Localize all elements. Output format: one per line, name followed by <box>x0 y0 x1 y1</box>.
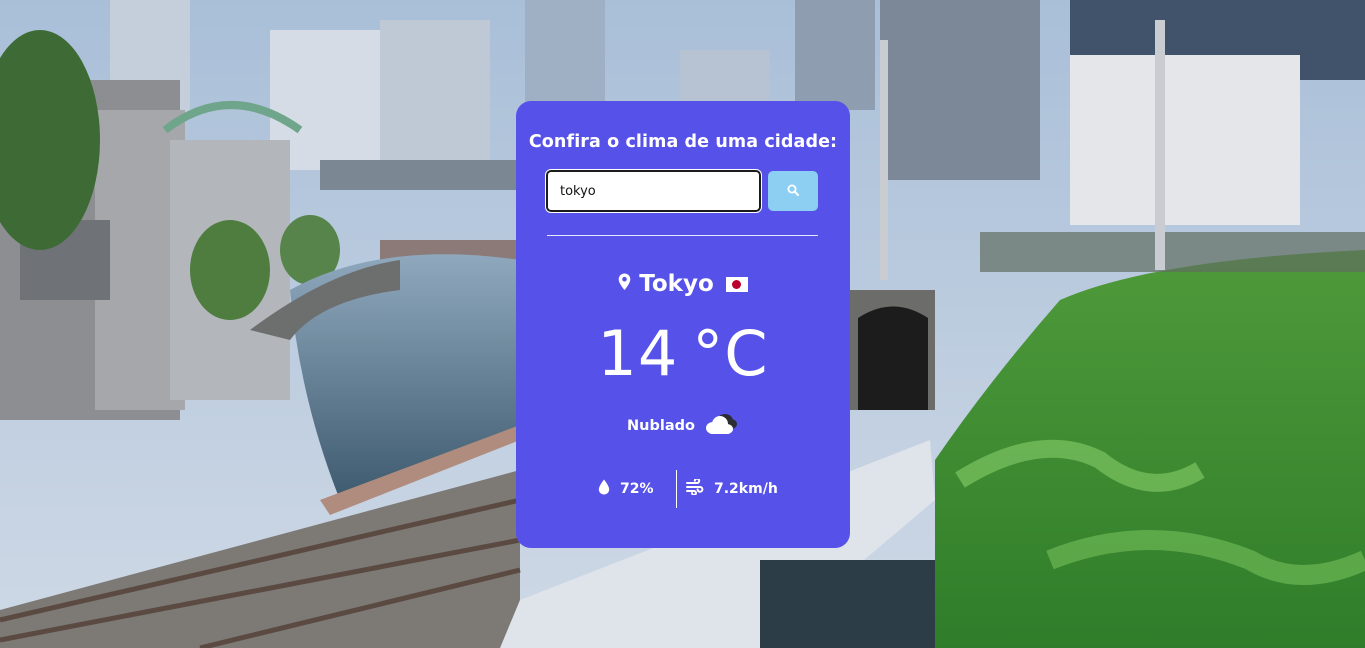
form-title: Confira o clima de uma cidade: <box>528 132 838 152</box>
humidity: 72% <box>598 470 654 508</box>
city-row: Tokyo <box>516 269 850 299</box>
search-form <box>545 169 818 213</box>
details-row: 72% 7.2km/h <box>516 470 850 508</box>
divider <box>547 235 818 236</box>
japan-flag-icon <box>725 276 748 292</box>
weather-card: Confira o clima de uma cidade: Tokyo 14 <box>516 101 850 548</box>
wind-icon <box>686 477 704 499</box>
search-icon <box>787 184 799 199</box>
wind: 7.2km/h <box>686 470 778 508</box>
condition-row: Nublado <box>516 413 850 439</box>
search-button[interactable] <box>768 171 818 211</box>
humidity-value: 72% <box>620 481 654 497</box>
city-name: Tokyo <box>639 271 714 297</box>
details-separator <box>676 470 677 508</box>
temperature: 14 °C <box>516 323 850 385</box>
weather-description: Nublado <box>627 418 695 434</box>
temperature-unit: °C <box>692 317 769 390</box>
city-search-input[interactable] <box>545 169 762 213</box>
droplet-icon <box>598 479 610 499</box>
wind-value: 7.2km/h <box>714 481 778 497</box>
cloud-icon <box>703 411 739 441</box>
location-pin-icon <box>618 273 631 295</box>
temperature-value: 14 <box>597 317 679 390</box>
